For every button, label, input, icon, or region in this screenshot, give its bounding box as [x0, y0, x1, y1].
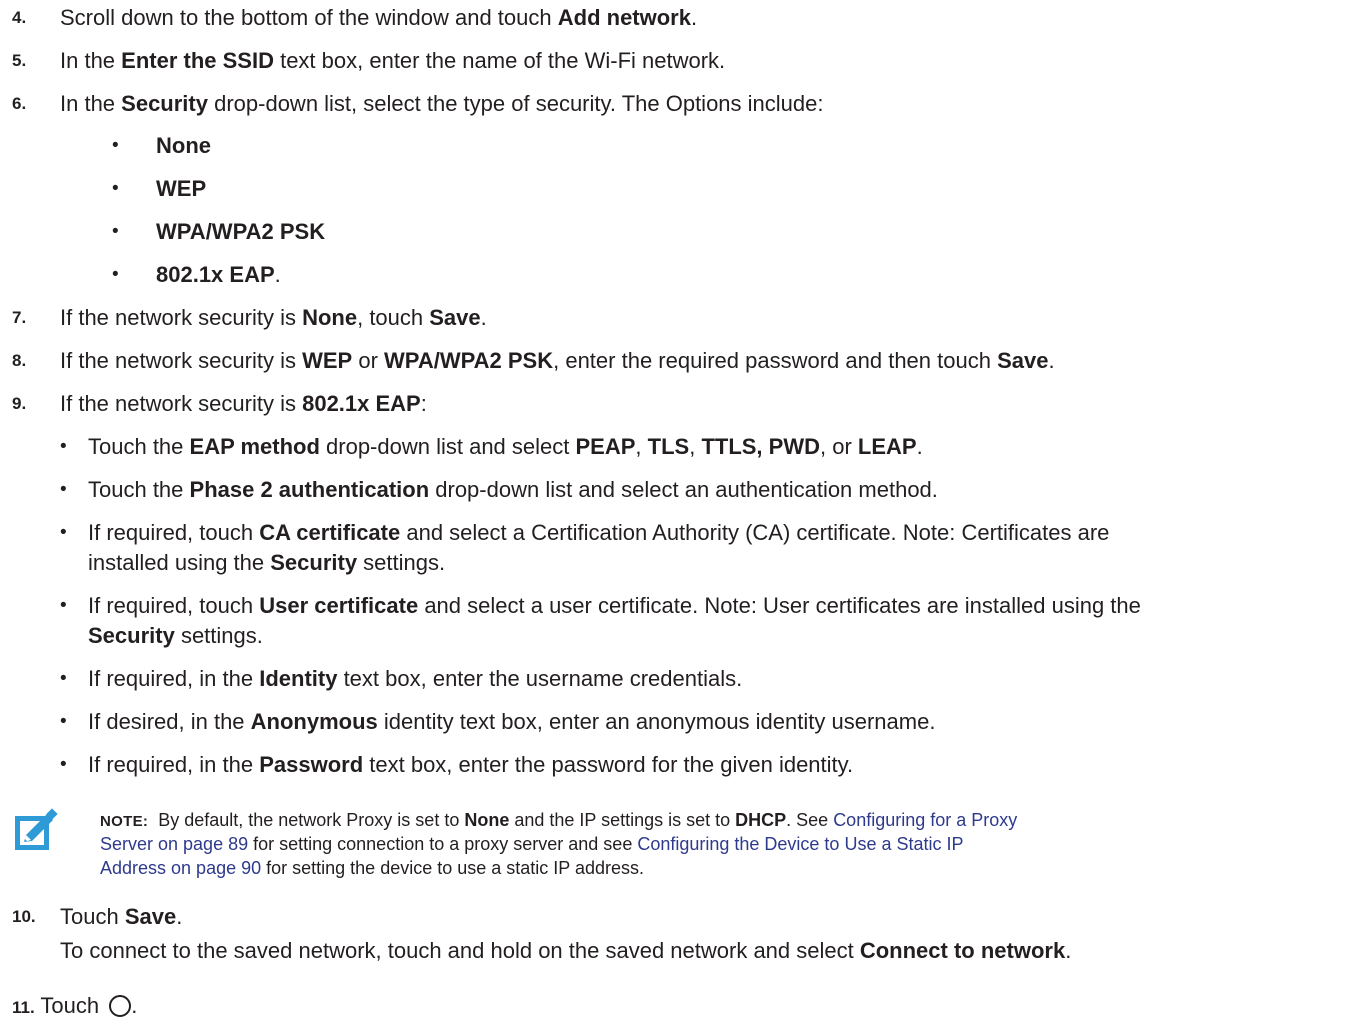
bullet-icon: •: [60, 595, 67, 616]
bullet-icon: •: [60, 436, 67, 457]
security-option: None: [156, 133, 211, 158]
user-certificate-bullet: If required, touch User certificate and …: [88, 593, 1141, 618]
note-line-3: Address on page 90 for setting the devic…: [100, 858, 645, 878]
bullet-icon: •: [60, 754, 67, 775]
proxy-link[interactable]: Server on page 89: [100, 834, 248, 854]
ca-certificate-bullet: If required, touch CA certificate and se…: [88, 520, 1110, 545]
identity-bullet: If required, in the Identity text box, e…: [88, 666, 743, 691]
note-line-1: NOTE: By default, the network Proxy is s…: [100, 810, 1018, 830]
phase2-bullet: Touch the Phase 2 authentication drop-do…: [88, 477, 938, 502]
bullet-icon: •: [60, 668, 67, 689]
static-ip-link[interactable]: Address on page 90: [100, 858, 261, 878]
note-line-2: Server on page 89 for setting connection…: [100, 834, 964, 854]
anonymous-bullet: If desired, in the Anonymous identity te…: [88, 709, 936, 734]
step-number: 4.: [12, 8, 27, 27]
eap-method-bullet: Touch the EAP method drop-down list and …: [88, 434, 923, 459]
step-10-line2: To connect to the saved network, touch a…: [60, 938, 1072, 963]
security-option: WPA/WPA2 PSK: [156, 219, 326, 244]
step-4-text: Scroll down to the bottom of the window …: [60, 5, 698, 30]
step-8-text: If the network security is WEP or WPA/WP…: [60, 348, 1055, 373]
step-number: 10.: [12, 907, 36, 926]
step-number: 7.: [12, 308, 27, 327]
step-number: 11.: [12, 998, 35, 1017]
step-number: 8.: [12, 351, 27, 370]
bullet-icon: •: [112, 221, 119, 242]
step-number: 6.: [12, 94, 27, 113]
step-6-text: In the Security drop-down list, select t…: [60, 91, 824, 116]
static-ip-link[interactable]: Configuring the Device to Use a Static I…: [637, 834, 963, 854]
user-certificate-bullet-line2: Security settings.: [88, 623, 263, 648]
step-9-text: If the network security is 802.1x EAP:: [60, 391, 427, 416]
bullet-icon: •: [112, 135, 119, 156]
note-pencil-icon: [15, 808, 58, 850]
proxy-link[interactable]: Configuring for a Proxy: [833, 810, 1017, 830]
security-option: WEP: [156, 176, 207, 201]
ca-certificate-bullet-line2: installed using the Security settings.: [88, 550, 446, 575]
bullet-icon: •: [60, 711, 67, 732]
password-bullet: If required, in the Password text box, e…: [88, 752, 854, 777]
step-5-text: In the Enter the SSID text box, enter th…: [60, 48, 726, 73]
step-10-text: Touch Save.: [60, 904, 183, 929]
step-number: 5.: [12, 51, 27, 70]
security-option: 802.1x EAP.: [156, 262, 281, 287]
step-number: 9.: [12, 394, 27, 413]
bullet-icon: •: [112, 264, 119, 285]
bullet-icon: •: [112, 178, 119, 199]
step-11-text: 11. Touch .: [12, 993, 138, 1018]
bullet-icon: •: [60, 522, 67, 543]
home-button-icon: [109, 995, 132, 1017]
bullet-icon: •: [60, 479, 67, 500]
step-7-text: If the network security is None, touch S…: [60, 305, 487, 330]
